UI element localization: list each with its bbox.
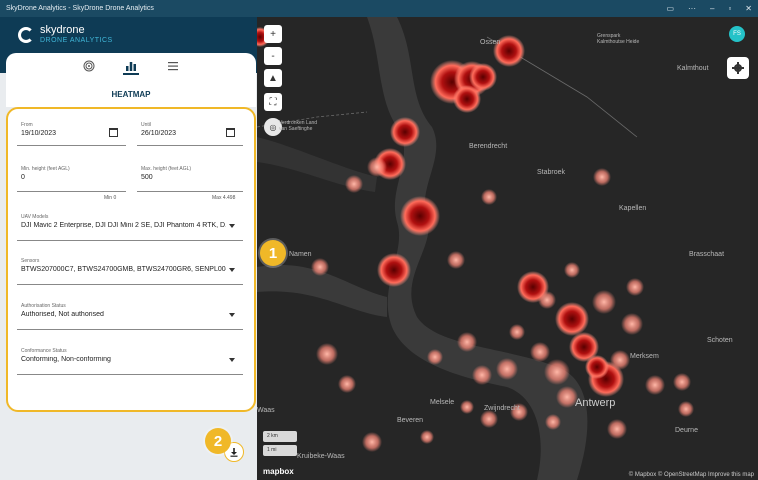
uav-models-value: DJI Mavic 2 Enterprise, DJI DJI Mini 2 S… bbox=[21, 222, 226, 229]
max-height-field[interactable]: Max. height (feet AGL) 500 bbox=[137, 164, 243, 192]
place-label: Kalmthout bbox=[677, 65, 709, 72]
place-label: Brasschaat bbox=[689, 251, 725, 258]
gear-icon bbox=[732, 62, 744, 74]
place-label: Ossen bbox=[480, 39, 501, 46]
brand-name: skydrone bbox=[40, 24, 85, 36]
close-button[interactable]: ✕ bbox=[745, 4, 752, 13]
until-label: Until bbox=[141, 122, 152, 128]
conformance-select[interactable]: Conformance Status Conforming, Non-confo… bbox=[17, 346, 243, 375]
bar-chart-icon bbox=[126, 62, 136, 71]
tab-sensors[interactable] bbox=[81, 59, 97, 73]
min-height-label: Min. height (feet AGL) bbox=[21, 166, 70, 172]
from-value: 19/10/2023 bbox=[21, 130, 57, 137]
download-icon bbox=[230, 448, 238, 457]
fullscreen-button[interactable]: ⛶ bbox=[264, 93, 282, 111]
place-label: Zwijndrecht bbox=[484, 405, 520, 412]
minimize-button[interactable]: – bbox=[710, 4, 714, 13]
skydrone-logo-icon bbox=[18, 27, 34, 43]
zoom-out-button[interactable]: - bbox=[264, 47, 282, 65]
chevron-down-icon[interactable] bbox=[229, 358, 235, 362]
settings-button[interactable] bbox=[727, 57, 749, 79]
min-height-value: 0 bbox=[21, 174, 25, 181]
sensors-value: BTWS207000C7, BTWS24700GMB, BTWS24700GR6… bbox=[21, 266, 226, 273]
place-label: Merksem bbox=[630, 353, 659, 360]
authorisation-value: Authorised, Not authorised bbox=[21, 311, 104, 318]
calendar-icon[interactable] bbox=[109, 128, 118, 137]
max-height-label: Max. height (feet AGL) bbox=[141, 166, 192, 172]
brand-subtitle: DRONE ANALYTICS bbox=[40, 37, 113, 44]
place-label: Kruibeke-Waas bbox=[297, 453, 345, 460]
place-label: Stabroek bbox=[537, 169, 566, 176]
place-label: Deurne bbox=[675, 427, 698, 434]
from-date-field[interactable]: From 19/10/2023 bbox=[17, 120, 126, 146]
target-icon bbox=[83, 60, 95, 72]
compass-icon: ▲ bbox=[268, 72, 278, 84]
place-label: Waas bbox=[257, 407, 275, 414]
place-label: Beveren bbox=[397, 417, 424, 424]
sensors-select[interactable]: Sensors BTWS207000C7, BTWS24700GMB, BTWS… bbox=[17, 256, 243, 285]
heatmap-map[interactable]: + - ▲ ⛶ ◎ Ossen Grenspark Kalmthoutse He… bbox=[257, 17, 758, 480]
chevron-down-icon[interactable] bbox=[229, 313, 235, 317]
cast-icon[interactable]: ▭ bbox=[666, 4, 674, 13]
max-height-value: 500 bbox=[141, 174, 153, 181]
authorisation-label: Authorisation Status bbox=[21, 303, 66, 309]
window-title: SkyDrone Analytics - SkyDrone Drone Anal… bbox=[6, 5, 154, 12]
title-bar: SkyDrone Analytics - SkyDrone Drone Anal… bbox=[0, 0, 758, 17]
conformance-value: Conforming, Non-conforming bbox=[21, 356, 111, 363]
annotation-badge-2: 2 bbox=[205, 428, 231, 454]
from-label: From bbox=[21, 122, 33, 128]
tab-heatmap[interactable] bbox=[123, 59, 139, 75]
tab-bar bbox=[6, 59, 256, 75]
maximize-button[interactable]: ▫ bbox=[728, 4, 731, 13]
more-icon[interactable]: ··· bbox=[688, 4, 696, 13]
mapbox-logo: mapbox bbox=[263, 467, 294, 476]
sensors-label: Sensors bbox=[21, 258, 40, 264]
tab-card: HEATMAP bbox=[6, 53, 256, 107]
chevron-down-icon[interactable] bbox=[229, 268, 235, 272]
map-attribution[interactable]: © Mapbox © OpenStreetMap Improve this ma… bbox=[629, 472, 754, 478]
fullscreen-icon: ⛶ bbox=[269, 96, 277, 108]
until-date-field[interactable]: Until 26/10/2023 bbox=[137, 120, 243, 146]
place-label: Grenspark Kalmthoutse Heide bbox=[597, 33, 640, 45]
user-avatar[interactable]: FS bbox=[729, 26, 745, 42]
max-height-hint: Max 4.498 bbox=[212, 195, 236, 201]
calendar-icon[interactable] bbox=[226, 128, 235, 137]
conformance-label: Conformance Status bbox=[21, 348, 67, 354]
min-height-hint: Min 0 bbox=[104, 195, 117, 201]
place-label: Kapellen bbox=[619, 205, 647, 212]
until-value: 26/10/2023 bbox=[141, 130, 177, 137]
scale-bar-mi: 1 mi bbox=[263, 445, 297, 456]
chevron-down-icon[interactable] bbox=[229, 224, 235, 228]
place-label: Antwerp bbox=[575, 397, 616, 409]
place-label: Schoten bbox=[707, 337, 733, 344]
place-label: Verdronken Land van Saeftinghe bbox=[279, 120, 318, 132]
place-label: Melsele bbox=[430, 399, 455, 406]
min-height-field[interactable]: Min. height (feet AGL) 0 bbox=[17, 164, 126, 192]
scale-bar-km: 2 km bbox=[263, 431, 297, 442]
list-icon bbox=[168, 62, 178, 71]
place-label: Namen bbox=[289, 251, 312, 258]
annotation-badge-1: 1 bbox=[260, 240, 286, 266]
compass-button[interactable]: ▲ bbox=[264, 69, 282, 87]
uav-models-select[interactable]: UAV Models DJI Mavic 2 Enterprise, DJI D… bbox=[17, 212, 243, 241]
uav-models-label: UAV Models bbox=[21, 214, 49, 220]
locate-icon: ◎ bbox=[269, 122, 277, 132]
window-controls: ▭ ··· – ▫ ✕ bbox=[666, 0, 752, 17]
page-title: HEATMAP bbox=[111, 90, 151, 99]
filter-panel: From 19/10/2023 Until 26/10/2023 Min. he… bbox=[6, 107, 256, 412]
authorisation-select[interactable]: Authorisation Status Authorised, Not aut… bbox=[17, 301, 243, 330]
zoom-in-button[interactable]: + bbox=[264, 25, 282, 43]
sidebar: skydrone DRONE ANALYTICS HEATMAP From 19… bbox=[0, 17, 257, 480]
tab-list[interactable] bbox=[165, 59, 181, 73]
place-label: Berendrecht bbox=[469, 143, 508, 150]
